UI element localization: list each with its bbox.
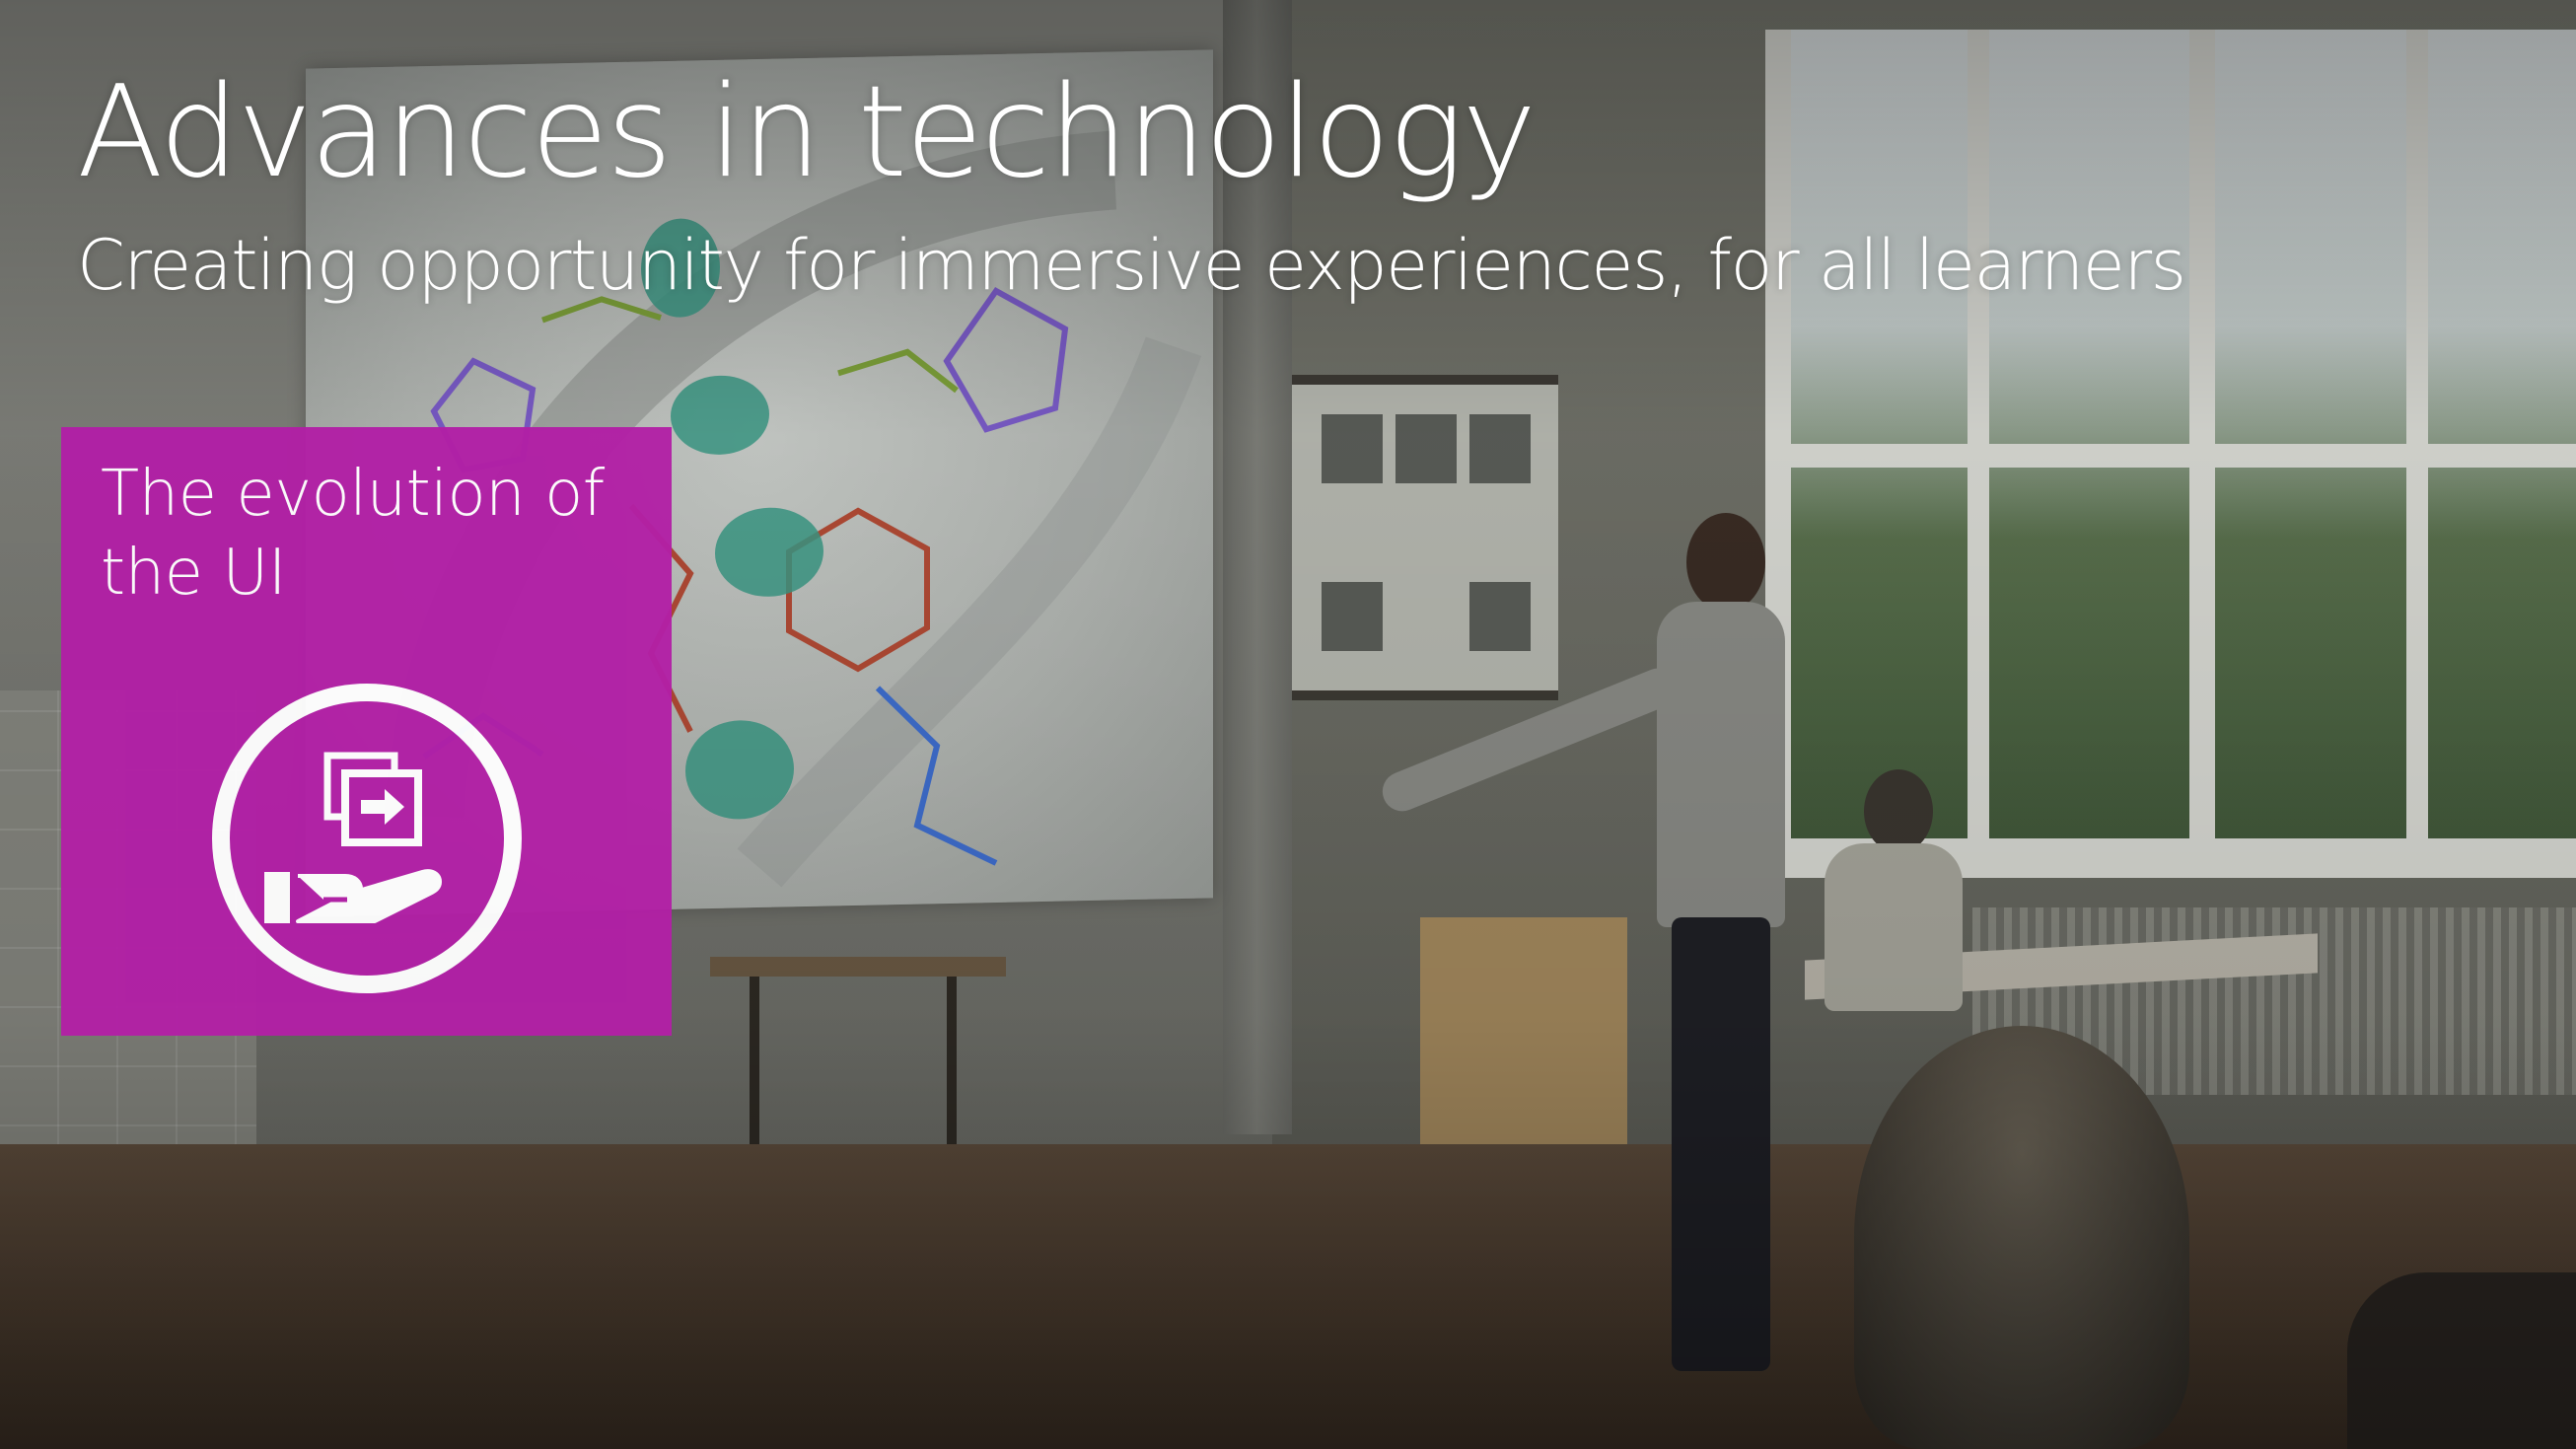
slide-subtitle: Creating opportunity for immersive exper… <box>77 225 2186 306</box>
hand-presenting-slide-icon <box>212 684 522 993</box>
evolution-tile: The evolution of the UI <box>61 427 672 1036</box>
tile-label: The evolution of the UI <box>101 458 605 610</box>
slide-title: Advances in technology <box>77 59 1537 206</box>
slide: Advances in technology Creating opportun… <box>0 0 2576 1449</box>
